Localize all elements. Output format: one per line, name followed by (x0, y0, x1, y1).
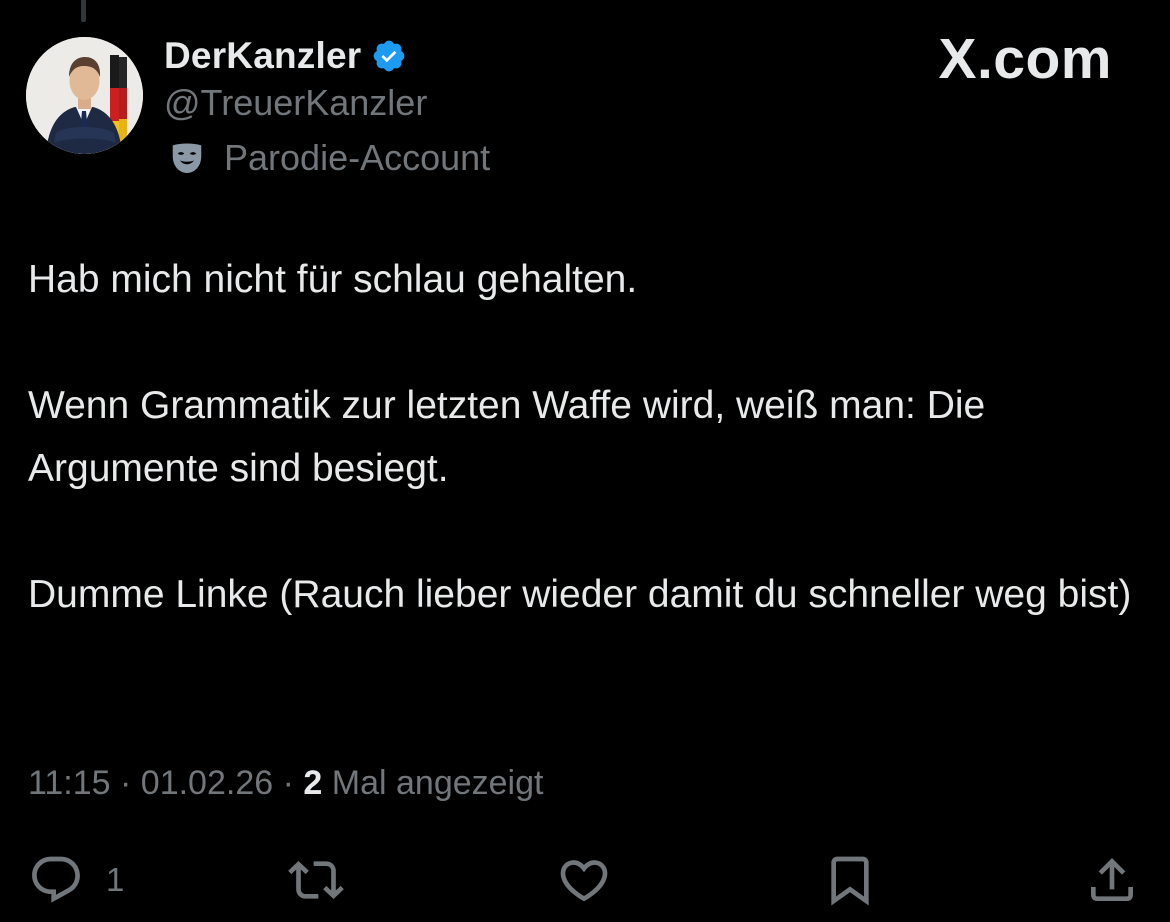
views-count: 2 (303, 764, 323, 802)
tweet-paragraph: Dumme Linke (Rauch lieber wieder damit d… (28, 573, 1132, 616)
reply-button[interactable]: 1 (28, 850, 124, 910)
tweet-time[interactable]: 11:15 (28, 764, 111, 802)
parody-account-label: Parodie-Account (224, 137, 491, 178)
meta-separator: · (120, 764, 132, 802)
heart-icon (560, 860, 608, 902)
views-label: Mal angezeigt (331, 764, 544, 802)
thread-connector-line (81, 0, 86, 22)
display-name[interactable]: DerKanzler (164, 35, 361, 77)
parody-label-row: Parodie-Account (168, 136, 490, 180)
repost-arrows-icon (288, 861, 344, 899)
bookmark-button[interactable] (822, 850, 878, 910)
avatar-image (26, 37, 143, 154)
bookmark-icon (831, 856, 869, 906)
repost-button[interactable] (288, 850, 344, 910)
tweet-date[interactable]: 01.02.26 (141, 764, 273, 802)
reply-bubble-icon (32, 856, 80, 903)
verified-badge-icon (373, 40, 405, 72)
tweet-meta: 11:15 · 01.02.26 · 2 Mal angezeigt (28, 760, 543, 806)
avatar[interactable] (26, 37, 143, 154)
share-upload-icon (1091, 858, 1133, 901)
tweet-paragraph: Wenn Grammatik zur letzten Waffe wird, w… (28, 384, 986, 490)
brand-watermark: X.com (938, 27, 1112, 91)
reply-count: 1 (106, 861, 125, 898)
author-handle[interactable]: @TreuerKanzler (164, 82, 427, 124)
author-name-row[interactable]: DerKanzler (164, 33, 407, 79)
parody-mask-icon (172, 143, 202, 174)
like-button[interactable] (556, 850, 612, 910)
share-button[interactable] (1084, 850, 1140, 910)
tweet-paragraph: Hab mich nicht für schlau gehalten. (28, 258, 638, 301)
meta-separator: · (282, 764, 294, 802)
tweet-text: Hab mich nicht für schlau gehalten. Wenn… (28, 248, 1153, 626)
